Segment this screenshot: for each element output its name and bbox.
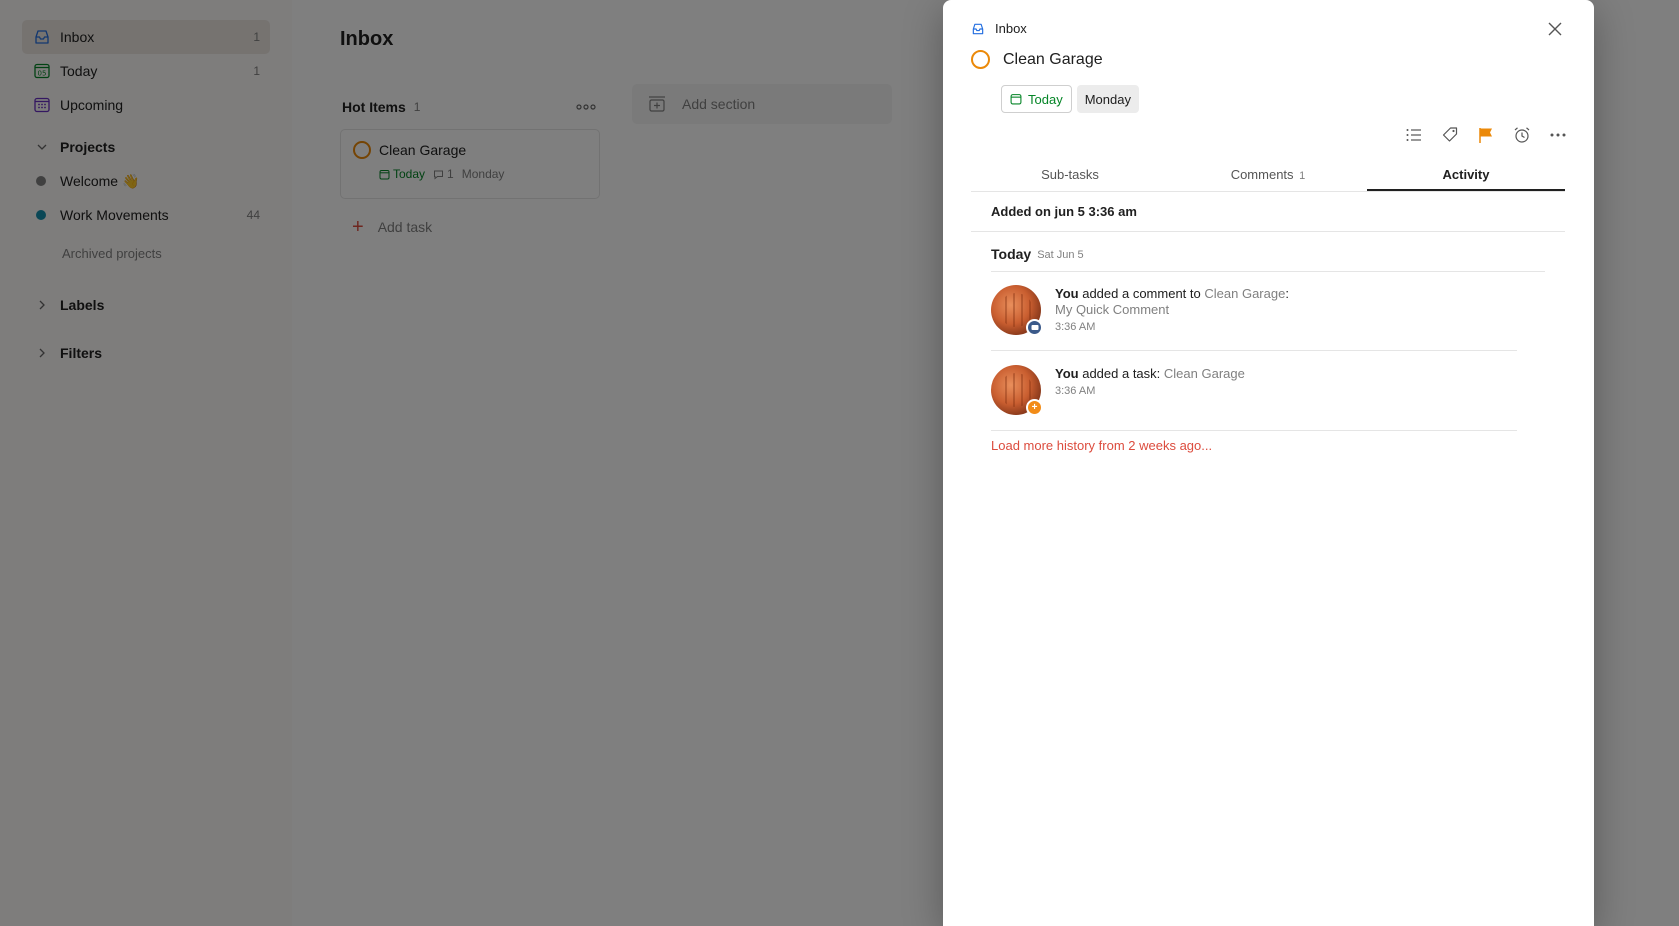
alarm-clock-icon[interactable] bbox=[1512, 124, 1532, 146]
activity-event: You added a comment to Clean Garage: My … bbox=[991, 281, 1517, 351]
close-icon bbox=[1548, 22, 1562, 36]
tab-label: Comments bbox=[1230, 167, 1294, 182]
due-date-chip[interactable]: Today bbox=[1001, 85, 1072, 113]
tab-activity[interactable]: Activity bbox=[1367, 163, 1565, 191]
avatar bbox=[991, 285, 1043, 336]
task-detail-modal: Inbox Clean Garage Today Monday Sub-task… bbox=[943, 0, 1594, 926]
activity-time: 3:36 AM bbox=[1055, 385, 1096, 397]
tab-label: Sub-tasks bbox=[1041, 167, 1099, 182]
activity-target-link[interactable]: Clean Garage bbox=[1204, 286, 1285, 301]
activity-action: added a task: bbox=[1082, 366, 1161, 381]
subtask-list-icon[interactable] bbox=[1404, 124, 1424, 146]
activity-actor: You bbox=[1055, 286, 1079, 301]
activity-target-link[interactable]: Clean Garage bbox=[1164, 366, 1245, 381]
detail-tabs: Sub-tasks Comments 1 Activity bbox=[971, 163, 1565, 192]
due-date-label: Today bbox=[1028, 91, 1063, 107]
load-more-history-link[interactable]: Load more history from 2 weeks ago... bbox=[991, 438, 1212, 453]
tab-comments[interactable]: Comments 1 bbox=[1169, 163, 1367, 191]
tab-label: Activity bbox=[1442, 167, 1490, 182]
activity-separator: : bbox=[1285, 286, 1289, 301]
task-title[interactable]: Clean Garage bbox=[1003, 51, 1103, 69]
close-button[interactable] bbox=[1544, 18, 1566, 40]
avatar: + bbox=[991, 365, 1043, 416]
task-checkbox[interactable] bbox=[971, 50, 990, 69]
inbox-icon bbox=[971, 22, 985, 36]
comment-badge-icon bbox=[1026, 319, 1043, 336]
tab-count: 1 bbox=[1299, 170, 1306, 182]
day-title: Today bbox=[991, 246, 1032, 262]
calendar-icon bbox=[1010, 94, 1022, 105]
more-icon[interactable] bbox=[1548, 124, 1568, 146]
activity-actor: You bbox=[1055, 366, 1079, 381]
activity-event: + You added a task: Clean Garage 3:36 AM bbox=[991, 361, 1517, 431]
activity-time: 3:36 AM bbox=[1055, 321, 1096, 333]
activity-text: You added a task: Clean Garage 3:36 AM bbox=[1055, 361, 1245, 430]
priority-flag-icon[interactable] bbox=[1476, 124, 1496, 146]
activity-day-header: Today Sat Jun 5 bbox=[991, 246, 1545, 272]
breadcrumb[interactable]: Inbox bbox=[971, 21, 1027, 36]
task-actions bbox=[1404, 124, 1568, 146]
activity-detail: My Quick Comment bbox=[1055, 302, 1170, 317]
activity-action: added a comment to bbox=[1082, 286, 1201, 301]
task-header: Clean Garage bbox=[971, 50, 1103, 69]
tab-sub-tasks[interactable]: Sub-tasks bbox=[971, 163, 1169, 191]
day-date: Sat Jun 5 bbox=[1037, 249, 1084, 261]
task-chips: Today Monday bbox=[1001, 85, 1139, 113]
breadcrumb-label: Inbox bbox=[995, 21, 1027, 36]
activity-text: You added a comment to Clean Garage: My … bbox=[1055, 281, 1289, 350]
label-tag-icon[interactable] bbox=[1440, 124, 1460, 146]
added-on: Added on jun 5 3:36 am bbox=[971, 192, 1565, 232]
deadline-chip[interactable]: Monday bbox=[1076, 85, 1139, 113]
plus-badge-icon: + bbox=[1026, 399, 1043, 416]
